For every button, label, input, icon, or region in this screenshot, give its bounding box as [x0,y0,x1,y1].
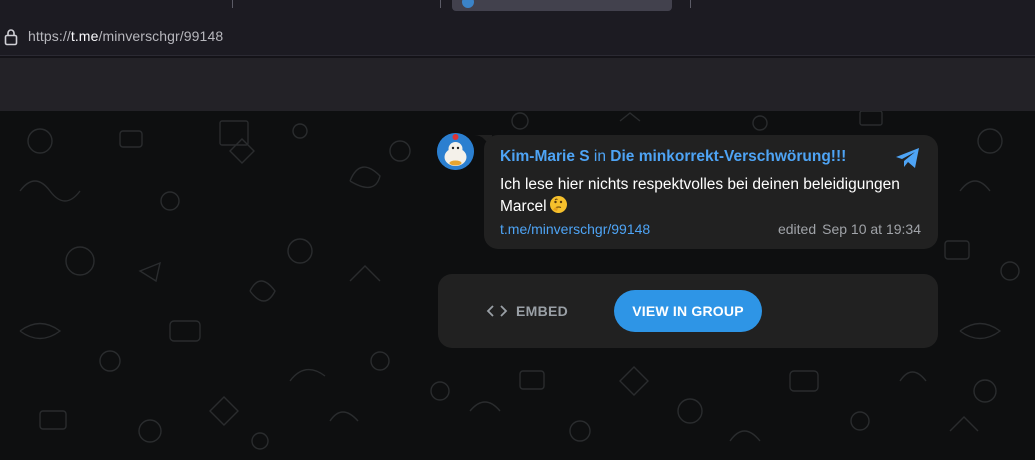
code-brackets-icon [486,305,508,317]
tab-separator [690,0,691,8]
telegram-embed-page: Kim-Marie S in Die minkorrekt-Verschwöru… [0,111,1035,460]
telegram-favicon-icon [462,0,474,8]
url-path: /minverschgr/99148 [98,28,224,44]
tab-separator [440,0,441,8]
message-timestamp: Sep 10 at 19:34 [822,221,921,237]
tab-separator [232,0,233,8]
embed-button[interactable]: EMBED [486,300,568,322]
author-avatar[interactable] [437,133,474,170]
channel-name[interactable]: Die minkorrekt-Verschwörung!!! [610,148,846,165]
lock-icon[interactable] [4,28,18,46]
embed-button-label: EMBED [516,303,569,319]
message-bubble: Kim-Marie S in Die minkorrekt-Verschwöru… [484,135,938,249]
message-author-line: Kim-Marie S in Die minkorrekt-Verschwöru… [500,148,846,166]
message-text: Ich lese hier nichts respektvolles bei d… [500,174,925,217]
browser-url-bar: https://t.me/minverschgr/99148 [0,13,1035,56]
url-host: t.me [70,28,99,44]
view-in-group-label: VIEW IN GROUP [632,303,744,319]
message-meta: edited Sep 10 at 19:34 [778,221,921,237]
url-text[interactable]: https://t.me/minverschgr/99148 [28,28,223,44]
url-scheme: https:// [28,28,71,44]
telegram-logo-icon[interactable] [895,147,921,169]
address-field[interactable]: https://t.me/minverschgr/99148 [0,19,1035,56]
embed-actions-panel: EMBED VIEW IN GROUP [438,274,938,348]
message-permalink[interactable]: t.me/minverschgr/99148 [500,221,650,237]
thinking-face-icon [549,196,567,213]
browser-toolbar-band [0,56,1035,113]
browser-tab-strip [0,0,1035,13]
view-in-group-button[interactable]: VIEW IN GROUP [614,290,762,332]
author-name[interactable]: Kim-Marie S [500,148,590,165]
browser-tab-active[interactable] [452,0,672,11]
edited-label: edited [777,221,817,237]
avatar-image [437,133,474,170]
in-label: in [593,148,606,165]
